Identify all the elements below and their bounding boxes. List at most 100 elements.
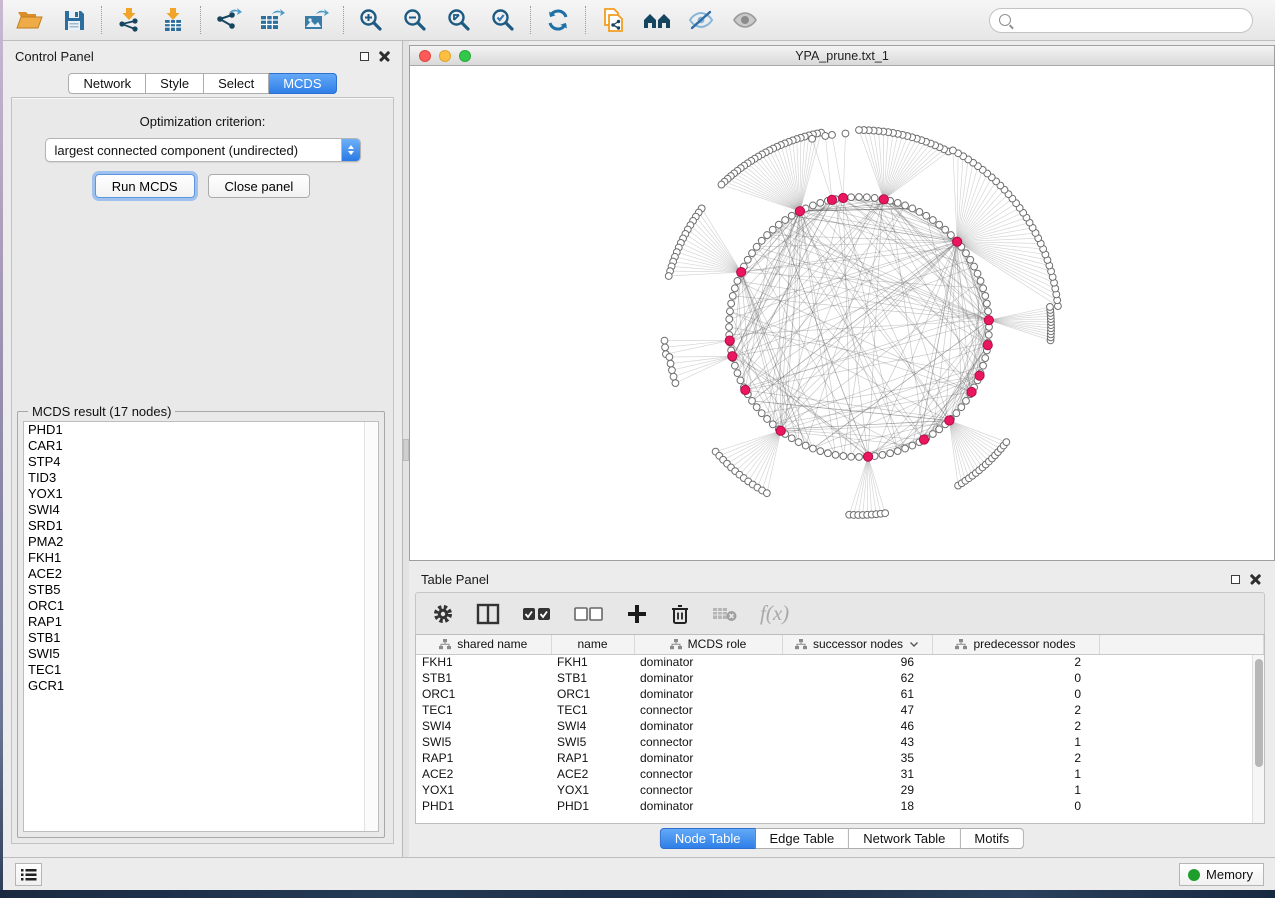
- mcds-result-item[interactable]: TEC1: [24, 662, 378, 678]
- graph-node[interactable]: [848, 194, 855, 201]
- graph-node[interactable]: [726, 324, 733, 331]
- table-row[interactable]: RAP1RAP1dominator352: [416, 750, 1264, 766]
- table-cell[interactable]: 0: [932, 798, 1099, 814]
- tab-style[interactable]: Style: [146, 73, 204, 94]
- column-header-shared-name[interactable]: shared name: [416, 635, 551, 654]
- graph-node[interactable]: [727, 308, 734, 315]
- table-cell[interactable]: RAP1: [551, 750, 634, 766]
- graph-node[interactable]: [672, 380, 679, 387]
- graph-node[interactable]: [769, 226, 776, 233]
- graph-node[interactable]: [982, 292, 989, 299]
- graph-node[interactable]: [923, 212, 930, 219]
- graph-hub-node[interactable]: [839, 193, 848, 202]
- graph-node[interactable]: [734, 370, 741, 377]
- graph-node[interactable]: [958, 404, 965, 411]
- tab-node-table[interactable]: Node Table: [660, 828, 756, 849]
- graph-node[interactable]: [729, 292, 736, 299]
- zoom-out-icon[interactable]: [400, 5, 430, 35]
- graph-node[interactable]: [949, 147, 956, 154]
- mcds-result-item[interactable]: RAP1: [24, 614, 378, 630]
- network-graph[interactable]: [410, 66, 1274, 560]
- mcds-result-item[interactable]: CAR1: [24, 438, 378, 454]
- search-input[interactable]: [1017, 13, 1243, 27]
- graph-node[interactable]: [848, 453, 855, 460]
- mcds-result-item[interactable]: SWI4: [24, 502, 378, 518]
- graph-node[interactable]: [967, 256, 974, 263]
- graph-node[interactable]: [1003, 439, 1010, 446]
- tab-mcds[interactable]: MCDS: [269, 73, 336, 94]
- graph-node[interactable]: [856, 454, 863, 461]
- table-cell[interactable]: TEC1: [551, 702, 634, 718]
- graph-hub-node[interactable]: [975, 371, 984, 380]
- graph-node[interactable]: [667, 360, 674, 367]
- float-table-panel-icon[interactable]: [1231, 575, 1240, 584]
- graph-node[interactable]: [749, 250, 756, 257]
- graph-node[interactable]: [936, 426, 943, 433]
- table-cell[interactable]: 0: [932, 686, 1099, 702]
- mcds-result-list[interactable]: PHD1CAR1STP4TID3YOX1SWI4SRD1PMA2FKH1ACE2…: [23, 421, 379, 832]
- table-cell[interactable]: 1: [932, 734, 1099, 750]
- table-cell[interactable]: STB1: [551, 670, 634, 686]
- graph-hub-node[interactable]: [967, 387, 976, 396]
- table-row[interactable]: SWI5SWI5connector431: [416, 734, 1264, 750]
- zoom-in-icon[interactable]: [356, 5, 386, 35]
- open-folder-icon[interactable]: [15, 5, 45, 35]
- graph-node[interactable]: [1047, 304, 1054, 311]
- mcds-result-item[interactable]: YOX1: [24, 486, 378, 502]
- graph-node[interactable]: [817, 448, 824, 455]
- graph-node[interactable]: [670, 373, 677, 380]
- export-table-icon[interactable]: [257, 5, 287, 35]
- graph-node[interactable]: [822, 133, 829, 140]
- graph-node[interactable]: [942, 226, 949, 233]
- graph-node[interactable]: [744, 256, 751, 263]
- graph-node[interactable]: [985, 308, 992, 315]
- table-cell[interactable]: dominator: [634, 798, 782, 814]
- graph-node[interactable]: [963, 397, 970, 404]
- mcds-result-item[interactable]: STP4: [24, 454, 378, 470]
- criterion-dropdown[interactable]: largest connected component (undirected): [45, 138, 361, 162]
- graph-node[interactable]: [894, 448, 901, 455]
- graph-node[interactable]: [763, 490, 770, 497]
- graph-hub-node[interactable]: [945, 416, 954, 425]
- table-row[interactable]: FKH1FKH1dominator962: [416, 654, 1264, 670]
- table-cell[interactable]: ORC1: [551, 686, 634, 702]
- graph-node[interactable]: [977, 278, 984, 285]
- table-cell[interactable]: FKH1: [416, 654, 551, 670]
- graph-node[interactable]: [788, 212, 795, 219]
- table-cell[interactable]: 2: [932, 702, 1099, 718]
- mcds-result-item[interactable]: ORC1: [24, 598, 378, 614]
- table-cell[interactable]: SWI5: [416, 734, 551, 750]
- table-cell[interactable]: YOX1: [551, 782, 634, 798]
- graph-node[interactable]: [953, 410, 960, 417]
- table-cell[interactable]: YOX1: [416, 782, 551, 798]
- graph-node[interactable]: [929, 431, 936, 438]
- graph-node[interactable]: [856, 194, 863, 201]
- export-network-icon[interactable]: [213, 5, 243, 35]
- graph-node[interactable]: [769, 421, 776, 428]
- graph-node[interactable]: [731, 285, 738, 292]
- column-header-spacer[interactable]: [1099, 635, 1264, 654]
- graph-node[interactable]: [758, 410, 765, 417]
- graph-node[interactable]: [795, 439, 802, 446]
- column-header-predecessor-nodes[interactable]: predecessor nodes: [932, 635, 1099, 654]
- graph-hub-node[interactable]: [953, 237, 962, 246]
- graph-node[interactable]: [775, 221, 782, 228]
- table-cell[interactable]: connector: [634, 766, 782, 782]
- graph-node[interactable]: [983, 300, 990, 307]
- table-cell[interactable]: 0: [932, 670, 1099, 686]
- graph-hub-node[interactable]: [795, 207, 804, 216]
- graph-node[interactable]: [963, 250, 970, 257]
- graph-node[interactable]: [936, 221, 943, 228]
- mcds-result-item[interactable]: GCR1: [24, 678, 378, 694]
- table-cell[interactable]: FKH1: [551, 654, 634, 670]
- graph-node[interactable]: [824, 450, 831, 457]
- graph-hub-node[interactable]: [725, 336, 734, 345]
- graph-node[interactable]: [894, 199, 901, 206]
- graph-node[interactable]: [728, 300, 735, 307]
- graph-node[interactable]: [882, 510, 889, 517]
- delete-column-icon[interactable]: [670, 603, 690, 625]
- table-row[interactable]: STB1STB1dominator620: [416, 670, 1264, 686]
- table-cell[interactable]: SWI5: [551, 734, 634, 750]
- task-list-button[interactable]: [15, 863, 42, 886]
- graph-node[interactable]: [718, 181, 725, 188]
